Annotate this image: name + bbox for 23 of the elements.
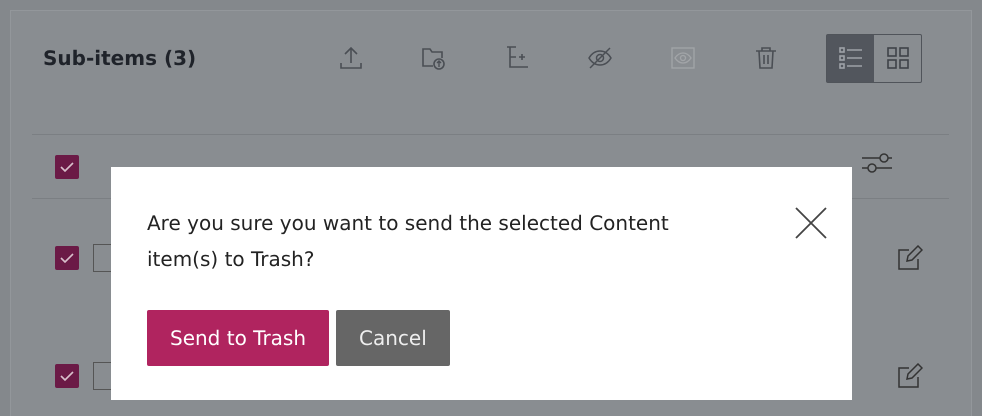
cancel-button[interactable]: Cancel (336, 310, 450, 366)
folder-upload-icon (421, 45, 447, 71)
close-icon (795, 207, 827, 239)
check-icon (60, 253, 74, 263)
panel-title: Sub-items (3) (43, 46, 198, 70)
upload-icon (338, 45, 364, 71)
list-icon (838, 47, 862, 69)
send-to-trash-button[interactable]: Send to Trash (147, 310, 330, 366)
row-checkbox[interactable] (55, 364, 79, 388)
check-icon (60, 371, 74, 381)
grid-icon (886, 47, 908, 69)
trash-icon (753, 45, 779, 71)
select-all-checkbox[interactable] (55, 154, 79, 178)
dialog-message: Are you sure you want to send the selected Content item(s) to Trash? (147, 210, 670, 273)
close-button[interactable] (795, 207, 827, 239)
eye-slash-icon (587, 45, 613, 71)
list-view-button[interactable] (827, 34, 874, 82)
tree-add-icon (504, 45, 530, 71)
check-icon (60, 162, 74, 172)
eye-icon (670, 45, 696, 71)
edit-icon[interactable] (897, 363, 923, 389)
edit-icon[interactable] (897, 245, 923, 271)
row-checkbox[interactable] (55, 246, 79, 270)
